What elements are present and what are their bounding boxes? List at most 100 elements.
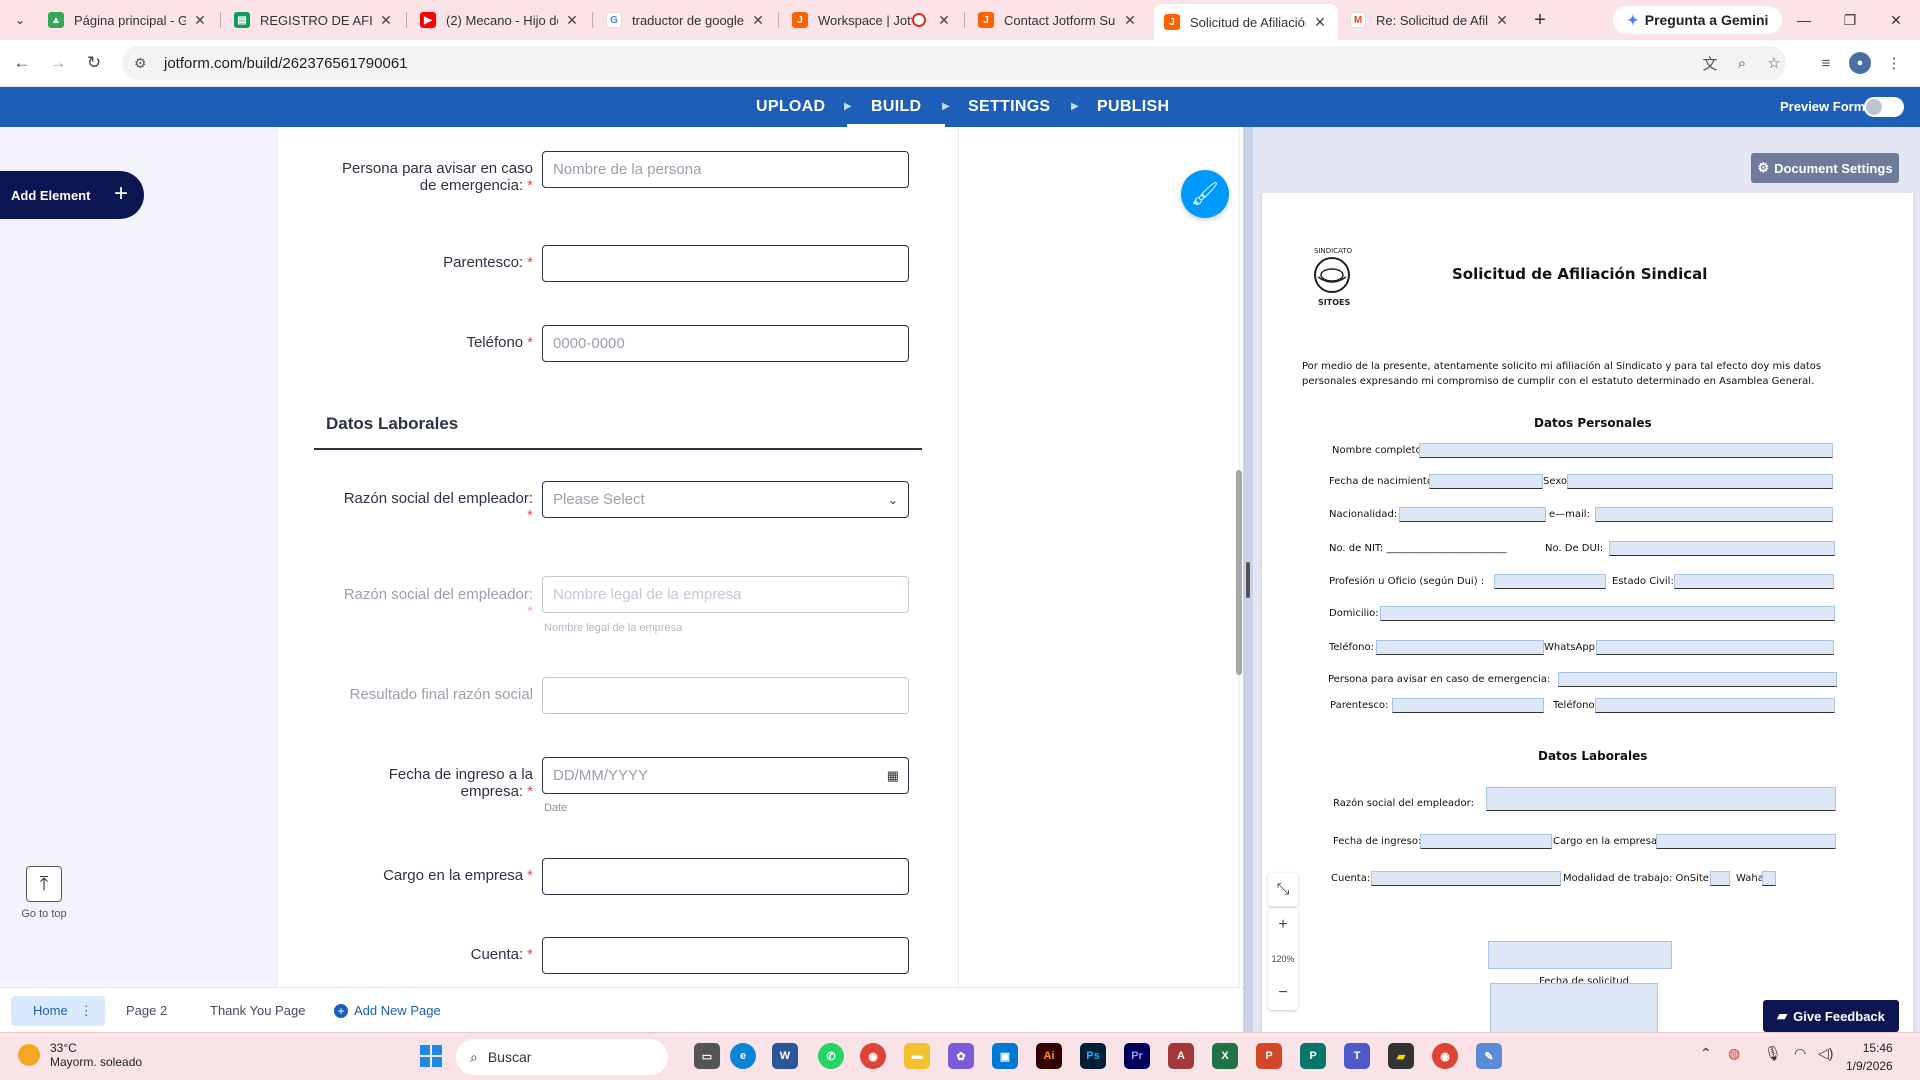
minimize-icon[interactable]: — bbox=[1792, 8, 1816, 32]
edge-icon[interactable]: e bbox=[730, 1043, 756, 1069]
pdf-field-cargo[interactable] bbox=[1656, 834, 1836, 849]
premiere-icon[interactable]: Pr bbox=[1124, 1043, 1150, 1069]
whatsapp-icon[interactable]: ✆ bbox=[818, 1043, 844, 1069]
employer-select[interactable]: Please Select ⌄ bbox=[542, 481, 909, 518]
go-to-top-button[interactable]: ⤒ Go to top bbox=[20, 866, 68, 920]
close-tab-icon[interactable]: ✕ bbox=[1122, 12, 1138, 28]
pdf-field-parentesco[interactable] bbox=[1392, 698, 1544, 713]
photoshop-icon[interactable]: Ps bbox=[1080, 1043, 1106, 1069]
browser-tab[interactable]: M Re: Solicitud de Afilia ✕ bbox=[1340, 6, 1520, 34]
close-tab-icon[interactable]: ✕ bbox=[378, 12, 394, 28]
pdf-field-estado[interactable] bbox=[1674, 574, 1834, 589]
pdf-field-domicilio[interactable] bbox=[1380, 606, 1835, 621]
browser-tab[interactable]: ▤ REGISTRO DE AFILIAC ✕ bbox=[224, 6, 404, 34]
pdf-field-sexo[interactable] bbox=[1567, 474, 1833, 489]
zoom-in-icon[interactable]: + bbox=[1268, 908, 1298, 942]
zoom-icon[interactable]: ⌕ bbox=[1731, 52, 1753, 74]
emergency-contact-input[interactable]: Nombre de la persona bbox=[542, 151, 909, 188]
nav-upload[interactable]: UPLOAD bbox=[756, 87, 825, 127]
position-input[interactable] bbox=[542, 858, 909, 895]
close-tab-icon[interactable]: ✕ bbox=[192, 12, 208, 28]
windows-start-icon[interactable] bbox=[420, 1045, 442, 1067]
pdf-field-ingreso[interactable] bbox=[1420, 834, 1552, 849]
pdf-field-email[interactable] bbox=[1595, 507, 1833, 522]
site-info-icon[interactable]: ⚙ bbox=[134, 55, 154, 72]
close-tab-icon[interactable]: ✕ bbox=[750, 12, 766, 28]
pdf-field-dui[interactable] bbox=[1609, 541, 1835, 556]
nav-publish[interactable]: PUBLISH bbox=[1097, 87, 1169, 127]
preview-form-toggle[interactable] bbox=[1864, 97, 1904, 117]
browser-tab[interactable]: J Workspace | Jotfo ✕ bbox=[782, 6, 962, 34]
calendar-icon[interactable]: ▦ bbox=[887, 768, 899, 784]
bookmark-star-icon[interactable]: ☆ bbox=[1763, 52, 1785, 74]
pdf-field-cuenta[interactable] bbox=[1371, 871, 1561, 886]
illustrator-icon[interactable]: Ai bbox=[1036, 1043, 1062, 1069]
pdf-field-onsite[interactable] bbox=[1710, 871, 1730, 886]
more-menu-icon[interactable]: ⋮ bbox=[1883, 52, 1905, 74]
pdf-field-telefono[interactable] bbox=[1376, 640, 1544, 655]
browser-tab[interactable]: ▲ Página principal - Goo ✕ bbox=[38, 6, 218, 34]
pdf-field-nacimiento[interactable] bbox=[1429, 474, 1543, 489]
system-clock[interactable]: 15:46 1/9/2026 bbox=[1846, 1039, 1893, 1075]
more-dots-icon[interactable]: ⋮ bbox=[80, 1003, 93, 1018]
publisher-icon[interactable]: P bbox=[1300, 1043, 1326, 1069]
builder-scrollbar[interactable] bbox=[1236, 470, 1242, 675]
task-view-icon[interactable]: ▭ bbox=[694, 1043, 720, 1069]
back-arrow-icon[interactable]: ← bbox=[10, 51, 34, 75]
browser-tab[interactable]: ▶ (2) Mecano - Hijo de l ✕ bbox=[410, 6, 590, 34]
browser-tab[interactable]: J Contact Jotform Supp ✕ bbox=[968, 6, 1148, 34]
add-new-page-button[interactable]: + Add New Page bbox=[334, 996, 441, 1026]
give-feedback-button[interactable]: ▰ Give Feedback bbox=[1763, 1000, 1899, 1032]
close-window-icon[interactable]: ✕ bbox=[1884, 8, 1908, 32]
pdf-field-profesion[interactable] bbox=[1494, 574, 1606, 589]
restore-icon[interactable]: ❐ bbox=[1838, 8, 1862, 32]
employer-result-input[interactable] bbox=[542, 677, 909, 714]
pdf-field-fecha-solicitud[interactable] bbox=[1488, 941, 1672, 969]
nav-settings[interactable]: SETTINGS bbox=[968, 87, 1050, 127]
hire-date-input[interactable]: DD/MM/YYYY ▦ bbox=[542, 757, 909, 794]
file-explorer-icon[interactable]: ▬ bbox=[904, 1043, 930, 1069]
reload-icon[interactable]: ↻ bbox=[82, 51, 106, 75]
collapse-arrows-icon[interactable]: ⤡ bbox=[1268, 873, 1298, 907]
taskbar-search[interactable]: ⌕ Buscar bbox=[456, 1039, 668, 1075]
close-tab-icon[interactable]: ✕ bbox=[564, 12, 580, 28]
pdf-field-telefono2[interactable] bbox=[1595, 698, 1835, 713]
panel-resize-divider[interactable] bbox=[1243, 127, 1253, 1032]
browser-tab-active[interactable]: J Solicitud de Afiliación ✕ bbox=[1154, 4, 1338, 40]
pdf-field-razon[interactable] bbox=[1486, 787, 1836, 811]
page-tab-thank-you[interactable]: Thank You Page bbox=[210, 996, 305, 1026]
wifi-icon[interactable]: ◠ bbox=[1794, 1045, 1806, 1062]
zoom-out-icon[interactable]: − bbox=[1268, 976, 1298, 1010]
sticky-notes-icon[interactable]: ▰ bbox=[1388, 1043, 1414, 1069]
weather-widget[interactable]: 33°C Mayorm. soleado bbox=[18, 1041, 142, 1069]
account-input[interactable] bbox=[542, 937, 909, 974]
close-tab-icon[interactable]: ✕ bbox=[936, 12, 952, 28]
pdf-field-nacionalidad[interactable] bbox=[1399, 507, 1546, 522]
pdf-field-emergencia[interactable] bbox=[1558, 672, 1837, 687]
powerpoint-icon[interactable]: P bbox=[1256, 1043, 1282, 1069]
add-element-button[interactable]: Add Element + bbox=[0, 171, 144, 219]
page-tab-2[interactable]: Page 2 bbox=[126, 996, 167, 1026]
page-tab-home[interactable]: Home ⋮ bbox=[11, 996, 105, 1026]
employer-legal-input[interactable]: Nombre legal de la empresa bbox=[542, 576, 909, 613]
chrome-active-icon[interactable]: ◉ bbox=[1432, 1043, 1458, 1069]
media-icon[interactable]: ≡ bbox=[1815, 52, 1837, 74]
relationship-input[interactable] bbox=[542, 245, 909, 282]
nav-build[interactable]: BUILD bbox=[847, 87, 946, 127]
close-tab-icon[interactable]: ✕ bbox=[1494, 12, 1510, 28]
gemini-button[interactable]: ✦ Pregunta a Gemini bbox=[1613, 6, 1783, 34]
browser-tab[interactable]: G traductor de google - ✕ bbox=[596, 6, 776, 34]
microphone-icon[interactable]: 🎙 bbox=[1764, 1045, 1782, 1062]
chrome-icon[interactable]: ◉ bbox=[860, 1043, 886, 1069]
antivirus-icon[interactable]: ◍ bbox=[1728, 1045, 1740, 1062]
document-settings-button[interactable]: ⚙ Document Settings bbox=[1751, 153, 1899, 183]
volume-icon[interactable]: ◁) bbox=[1818, 1045, 1833, 1062]
form-designer-paint-roller-icon[interactable]: 🖌 bbox=[1181, 170, 1229, 218]
translate-icon[interactable]: 文 bbox=[1699, 52, 1721, 74]
teams-icon[interactable]: T bbox=[1344, 1043, 1370, 1069]
excel-icon[interactable]: X bbox=[1212, 1043, 1238, 1069]
drag-handle[interactable] bbox=[1246, 562, 1250, 598]
store-icon[interactable]: ▣ bbox=[992, 1043, 1018, 1069]
new-tab-button[interactable]: + bbox=[1528, 8, 1552, 32]
forward-arrow-icon[interactable]: → bbox=[46, 51, 70, 75]
